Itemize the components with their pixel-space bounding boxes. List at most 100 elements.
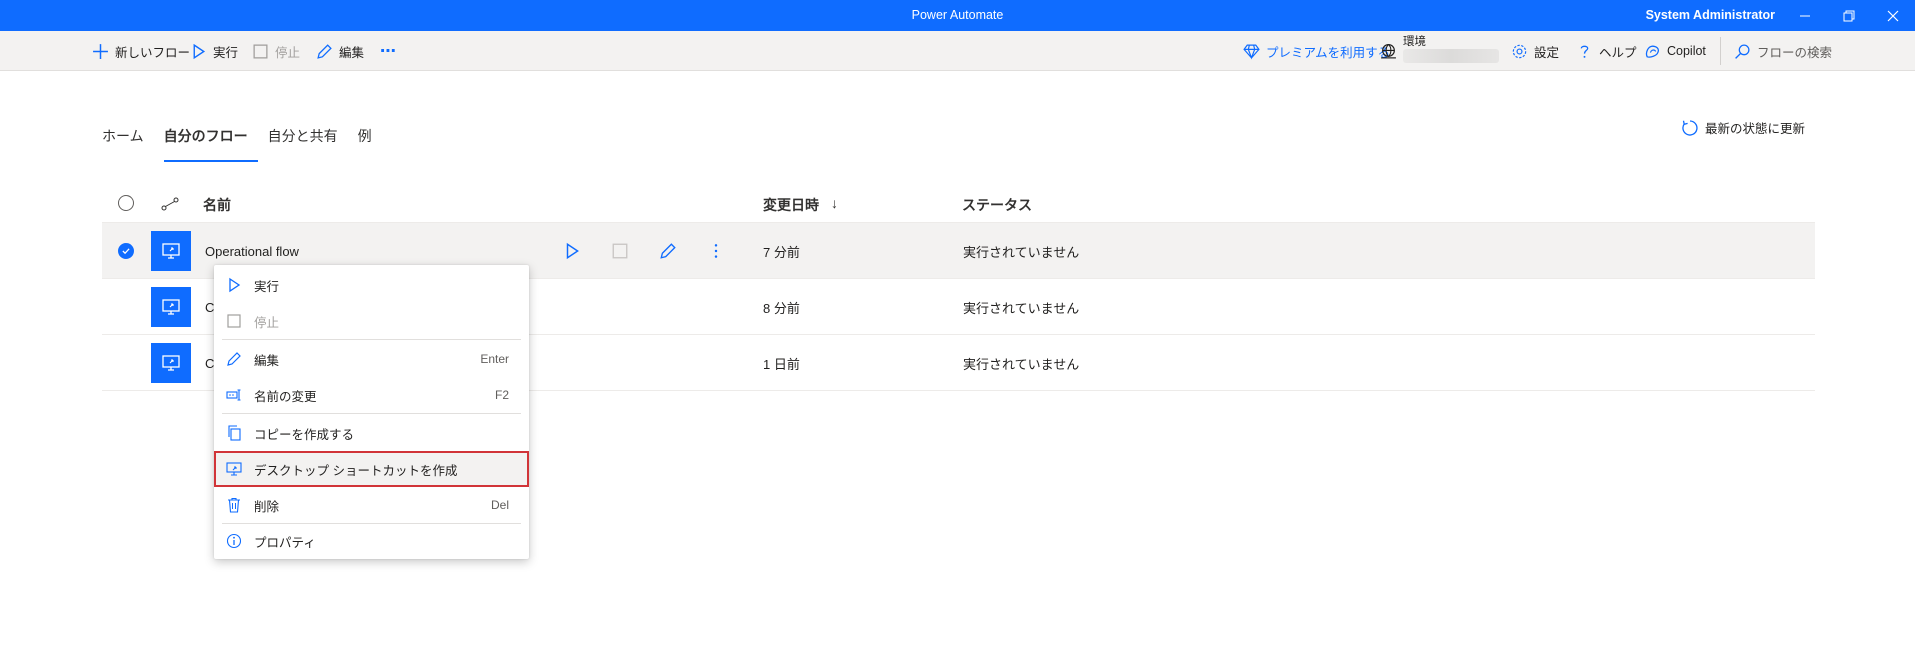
pencil-icon (317, 43, 332, 59)
desktop-flow-icon (151, 343, 191, 383)
tab-examples[interactable]: 例 (358, 122, 382, 162)
checkmark-icon (122, 248, 130, 255)
restore-button[interactable] (1827, 0, 1871, 31)
menu-item-run[interactable]: 実行 (214, 267, 529, 303)
flow-status: 実行されていません (963, 244, 1080, 260)
menu-item-desktop-shortcut-label: デスクトップ ショートカットを作成 (254, 463, 458, 478)
select-all-checkbox[interactable] (118, 195, 134, 211)
environment-name-redacted (1403, 49, 1499, 63)
minimize-button[interactable] (1783, 0, 1827, 31)
row-run-button[interactable] (563, 223, 581, 279)
flow-name[interactable]: C (205, 279, 214, 335)
pencil-icon (227, 352, 241, 366)
flow-status: 実行されていません (963, 300, 1080, 316)
menu-item-stop-label: 停止 (254, 315, 280, 330)
sort-descending-icon[interactable]: ↓ (831, 195, 838, 211)
menu-item-edit-shortcut: Enter (480, 352, 509, 366)
pivot-tabs: ホーム 自分のフロー 自分と共有 例 (102, 122, 392, 162)
close-button[interactable] (1871, 0, 1915, 31)
command-bar: 新しいフロー 実行 停止 編集 ⋯ プレミアムを利用する 環境 設定 ヘルプ C… (0, 31, 1915, 71)
menu-item-edit-label: 編集 (254, 353, 280, 368)
copilot-label: Copilot (1667, 44, 1706, 58)
flow-type-icon (161, 197, 179, 211)
flow-name[interactable]: C (205, 335, 214, 391)
stop-label: 停止 (275, 45, 301, 60)
more-options-button[interactable]: ⋯ (380, 31, 396, 71)
menu-item-properties-label: プロパティ (254, 535, 316, 550)
desktop-flow-icon (151, 231, 191, 271)
row-select-checkbox[interactable] (118, 243, 134, 259)
tab-home[interactable]: ホーム (102, 122, 154, 162)
user-name[interactable]: System Administrator (1646, 8, 1775, 22)
desktop-shortcut-icon (226, 462, 242, 476)
tab-shared-with-me[interactable]: 自分と共有 (268, 122, 348, 162)
menu-item-properties[interactable]: プロパティ (214, 523, 529, 559)
row-more-button[interactable] (707, 223, 725, 279)
row-edit-button[interactable] (659, 223, 677, 279)
stop-icon (253, 43, 268, 59)
edit-button[interactable]: 編集 (316, 31, 364, 71)
flow-search-box[interactable]: フローの検索 (1734, 31, 1832, 71)
title-bar: Power Automate System Administrator (0, 0, 1915, 31)
column-header-name[interactable]: 名前 (203, 195, 231, 215)
copilot-icon (1645, 45, 1659, 58)
menu-item-copy-label: コピーを作成する (254, 427, 355, 442)
settings-button[interactable]: 設定 (1511, 31, 1559, 71)
menu-item-stop[interactable]: 停止 (214, 303, 529, 339)
diamond-icon (1243, 44, 1260, 60)
menu-divider (222, 339, 521, 340)
vertical-ellipsis-icon (714, 244, 718, 258)
menu-item-copy[interactable]: コピーを作成する (214, 415, 529, 451)
menu-item-rename-label: 名前の変更 (254, 389, 317, 404)
refresh-icon (1682, 119, 1698, 136)
menu-item-rename[interactable]: 名前の変更 F2 (214, 377, 529, 413)
desktop-flow-icon (151, 287, 191, 327)
play-icon (566, 242, 579, 260)
menu-divider (222, 413, 521, 414)
globe-icon (1381, 43, 1396, 58)
stop-icon (612, 243, 628, 259)
help-label: ヘルプ (1599, 45, 1637, 60)
premium-button[interactable]: プレミアムを利用する (1243, 31, 1390, 71)
environment-label: 環境 (1403, 36, 1426, 48)
environment-selector[interactable]: 環境 (1380, 31, 1499, 71)
tab-my-flows[interactable]: 自分のフロー (163, 122, 258, 162)
premium-label: プレミアムを利用する (1266, 45, 1391, 60)
column-header-status[interactable]: ステータス (962, 195, 1032, 215)
question-icon (1580, 45, 1589, 58)
copy-icon (228, 425, 241, 441)
flow-context-menu: 実行 停止 編集 Enter 名前の変更 F2 コピーを作成する デスクトップ … (214, 265, 529, 559)
rename-icon (226, 389, 241, 401)
modified-time: 8 分前 (763, 300, 800, 316)
refresh-button[interactable]: 最新の状態に更新 (1681, 118, 1805, 137)
edit-label: 編集 (339, 45, 365, 60)
menu-item-delete[interactable]: 削除 Del (214, 487, 529, 523)
menu-item-run-label: 実行 (254, 279, 280, 294)
new-flow-button[interactable]: 新しいフロー (92, 31, 190, 71)
menu-item-edit[interactable]: 編集 Enter (214, 341, 529, 377)
refresh-label: 最新の状態に更新 (1704, 122, 1805, 136)
modified-time: 1 日前 (763, 356, 800, 372)
modified-time: 7 分前 (763, 244, 800, 260)
help-button[interactable]: ヘルプ (1576, 31, 1637, 71)
menu-item-delete-label: 削除 (254, 499, 280, 514)
search-placeholder: フローの検索 (1757, 45, 1833, 60)
info-icon (226, 533, 242, 549)
play-icon (193, 43, 206, 59)
stop-icon (227, 314, 241, 328)
window-title: Power Automate (911, 8, 1004, 22)
copilot-button[interactable]: Copilot (1644, 31, 1706, 71)
search-icon (1735, 43, 1750, 59)
menu-item-desktop-shortcut[interactable]: デスクトップ ショートカットを作成 (214, 451, 529, 487)
play-icon (229, 277, 241, 293)
row-stop-button[interactable] (611, 223, 629, 279)
run-button[interactable]: 実行 (190, 31, 238, 71)
menu-item-rename-shortcut: F2 (494, 388, 509, 402)
stop-button[interactable]: 停止 (252, 31, 300, 71)
trash-icon (228, 497, 240, 513)
column-header-modified[interactable]: 変更日時 (763, 195, 819, 215)
run-label: 実行 (213, 45, 239, 60)
settings-label: 設定 (1534, 45, 1560, 60)
flow-status: 実行されていません (963, 356, 1080, 372)
menu-item-delete-shortcut: Del (490, 498, 509, 512)
